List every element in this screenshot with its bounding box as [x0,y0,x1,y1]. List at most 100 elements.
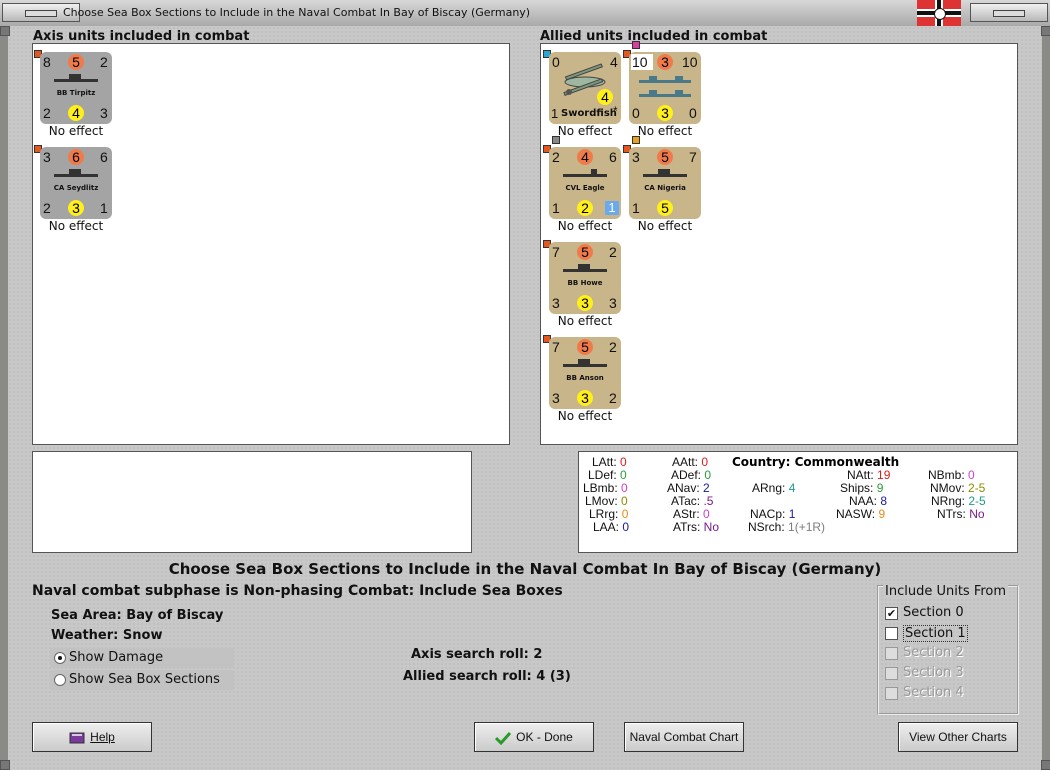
stat-bottom-right: 0 [689,105,697,121]
sea-area-label: Sea Area: [51,608,122,623]
stat-bottom-center: 5 [657,200,673,216]
stat-label: NAA: [849,494,878,508]
allied-panel-header: Allied units included in combat [540,29,768,44]
stat-anav-value: 2 [703,481,710,495]
close-button[interactable] [970,3,1048,22]
unit-name: BB Howe [567,279,603,287]
stat-top-left: 2 [552,149,560,165]
stat-label: LRrg: [589,507,619,521]
checkbox-label: Section 1 [903,625,968,642]
battleship-icon [563,359,607,367]
stat-label: NMov: [930,481,965,495]
book-icon [69,732,85,744]
stat-astr-value: 0 [703,507,710,521]
resize-grip-icon[interactable] [1041,760,1050,770]
weather-label: Weather: [51,628,119,643]
stat-ldef-value: 0 [620,468,627,482]
stat-bottom-right: 1 [100,200,108,216]
stat-label: LAA: [593,520,620,534]
stat-lrrg-value: 0 [621,507,629,521]
stat-label: NAtt: [847,468,874,482]
unit-counter-bb-howe[interactable]: 7 5 2 BB Howe 3 3 3 [543,240,621,314]
stat-bottom-center: 4 [597,89,613,105]
show-damage-radio[interactable]: Show Damage [50,648,234,668]
stat-adef-value: 0 [704,468,712,482]
stat-label: LDef: [588,468,617,482]
stat-label: NACp: [750,507,786,521]
show-sea-box-sections-radio[interactable]: Show Sea Box Sections [50,670,234,690]
unit-marker-icon [632,136,640,144]
stat-top-left: 7 [552,244,560,260]
germany-flag-icon [917,0,961,26]
unit-effect-text: No effect [637,219,693,233]
battleship-icon [563,264,607,272]
checkbox-disabled-icon [885,667,898,680]
stat-top-right: 2 [609,339,617,355]
cruiser-icon [54,169,98,177]
stat-top-left: 3 [43,149,51,165]
stat-bottom-center: 3 [577,390,593,406]
unit-effect-text: No effect [557,409,613,423]
stat-lmov-value: 0 [621,494,628,508]
unit-name: CA Nigeria [644,184,686,192]
unit-name: CVL Eagle [565,184,605,192]
unit-counter-ca-seydlitz[interactable]: 3 6 6 CA Seydlitz 2 3 1 [34,145,112,219]
stat-bottom-right: 1 [605,201,619,215]
country-value: Commonwealth [794,455,900,469]
stat-top-left: 3 [632,149,640,165]
unit-name: Swordfish [561,108,617,119]
other-charts-button-label: View Other Charts [909,730,1007,744]
view-other-charts-button[interactable]: View Other Charts [898,722,1018,752]
unit-counter-bb-anson[interactable]: 7 5 2 BB Anson 3 3 2 [543,335,621,409]
stat-bottom-right: 3 [609,295,617,311]
frame-corner-icon [1041,26,1050,36]
stat-top-right: 6 [100,149,108,165]
ok-done-button[interactable]: OK - Done [474,722,594,752]
axis-stats-box [32,451,472,553]
help-button-label: Help [90,730,115,744]
stat-atrs-value: No [703,520,720,534]
stat-ntrs-value: No [969,507,985,521]
axis-units-box: 8 5 2 BB Tirpitz 2 4 3 No effect 3 6 6 C… [32,43,510,445]
naval-combat-chart-button[interactable]: Naval Combat Chart [624,722,744,752]
stat-top-center: 5 [68,54,84,70]
resize-grip-icon[interactable] [0,760,10,770]
unit-effect-text: No effect [48,219,104,233]
checkbox-label: Section 3 [903,665,964,680]
axis-search-label: Axis search roll: [411,647,529,662]
stat-bottom-center: 3 [657,105,673,121]
unit-effect-text: No effect [48,124,104,138]
unit-counter-ca-nigeria[interactable]: 3 5 7 CA Nigeria 1 5 [623,136,701,219]
stat-bottom-center: 2 [577,200,593,216]
unit-name: BB Tirpitz [56,89,96,97]
stat-label: AAtt: [672,455,699,469]
dialog-title: Choose Sea Box Sections to Include in th… [168,560,882,578]
allied-search-label: Allied search roll: [403,669,532,684]
unit-name: CA Seydlitz [53,184,99,192]
unit-counter-swordfish[interactable]: 0 4 4 1 Swordfish * [543,50,621,124]
stat-nasw-value: 9 [878,507,886,521]
allied-units-box: 0 4 4 1 Swordfish * No effect 10 3 10 0 … [540,41,1018,445]
stat-label: NRng: [931,494,966,508]
stat-nbmb-value: 0 [968,468,975,482]
unit-counter-convoy[interactable]: 10 3 10 0 3 0 [623,41,701,124]
unit-name: BB Anson [566,374,604,382]
stat-label: LAtt: [592,455,617,469]
help-button[interactable]: Help [32,722,152,752]
stat-label: NSrch: [748,520,785,534]
radio-unselected-icon [54,674,66,686]
unit-marker-icon [632,41,640,49]
unit-counter-bb-tirpitz[interactable]: 8 5 2 BB Tirpitz 2 4 3 [34,50,112,124]
stat-laa-value: 0 [622,520,630,534]
checkbox-label: Section 0 [903,605,964,620]
unit-effect-text: No effect [557,314,613,328]
stat-label: AStr: [673,507,700,521]
axis-panel-header: Axis units included in combat [33,29,250,44]
cruiser-icon [643,169,687,177]
axis-search-value: 2 [533,647,543,662]
frame-corner-icon [0,26,10,36]
checkbox-unchecked-icon [885,627,898,640]
stat-label: NBmb: [928,468,965,482]
stat-label: LBmb: [583,481,618,495]
unit-counter-cvl-eagle[interactable]: 2 4 6 CVL Eagle 1 2 1 [543,136,621,219]
